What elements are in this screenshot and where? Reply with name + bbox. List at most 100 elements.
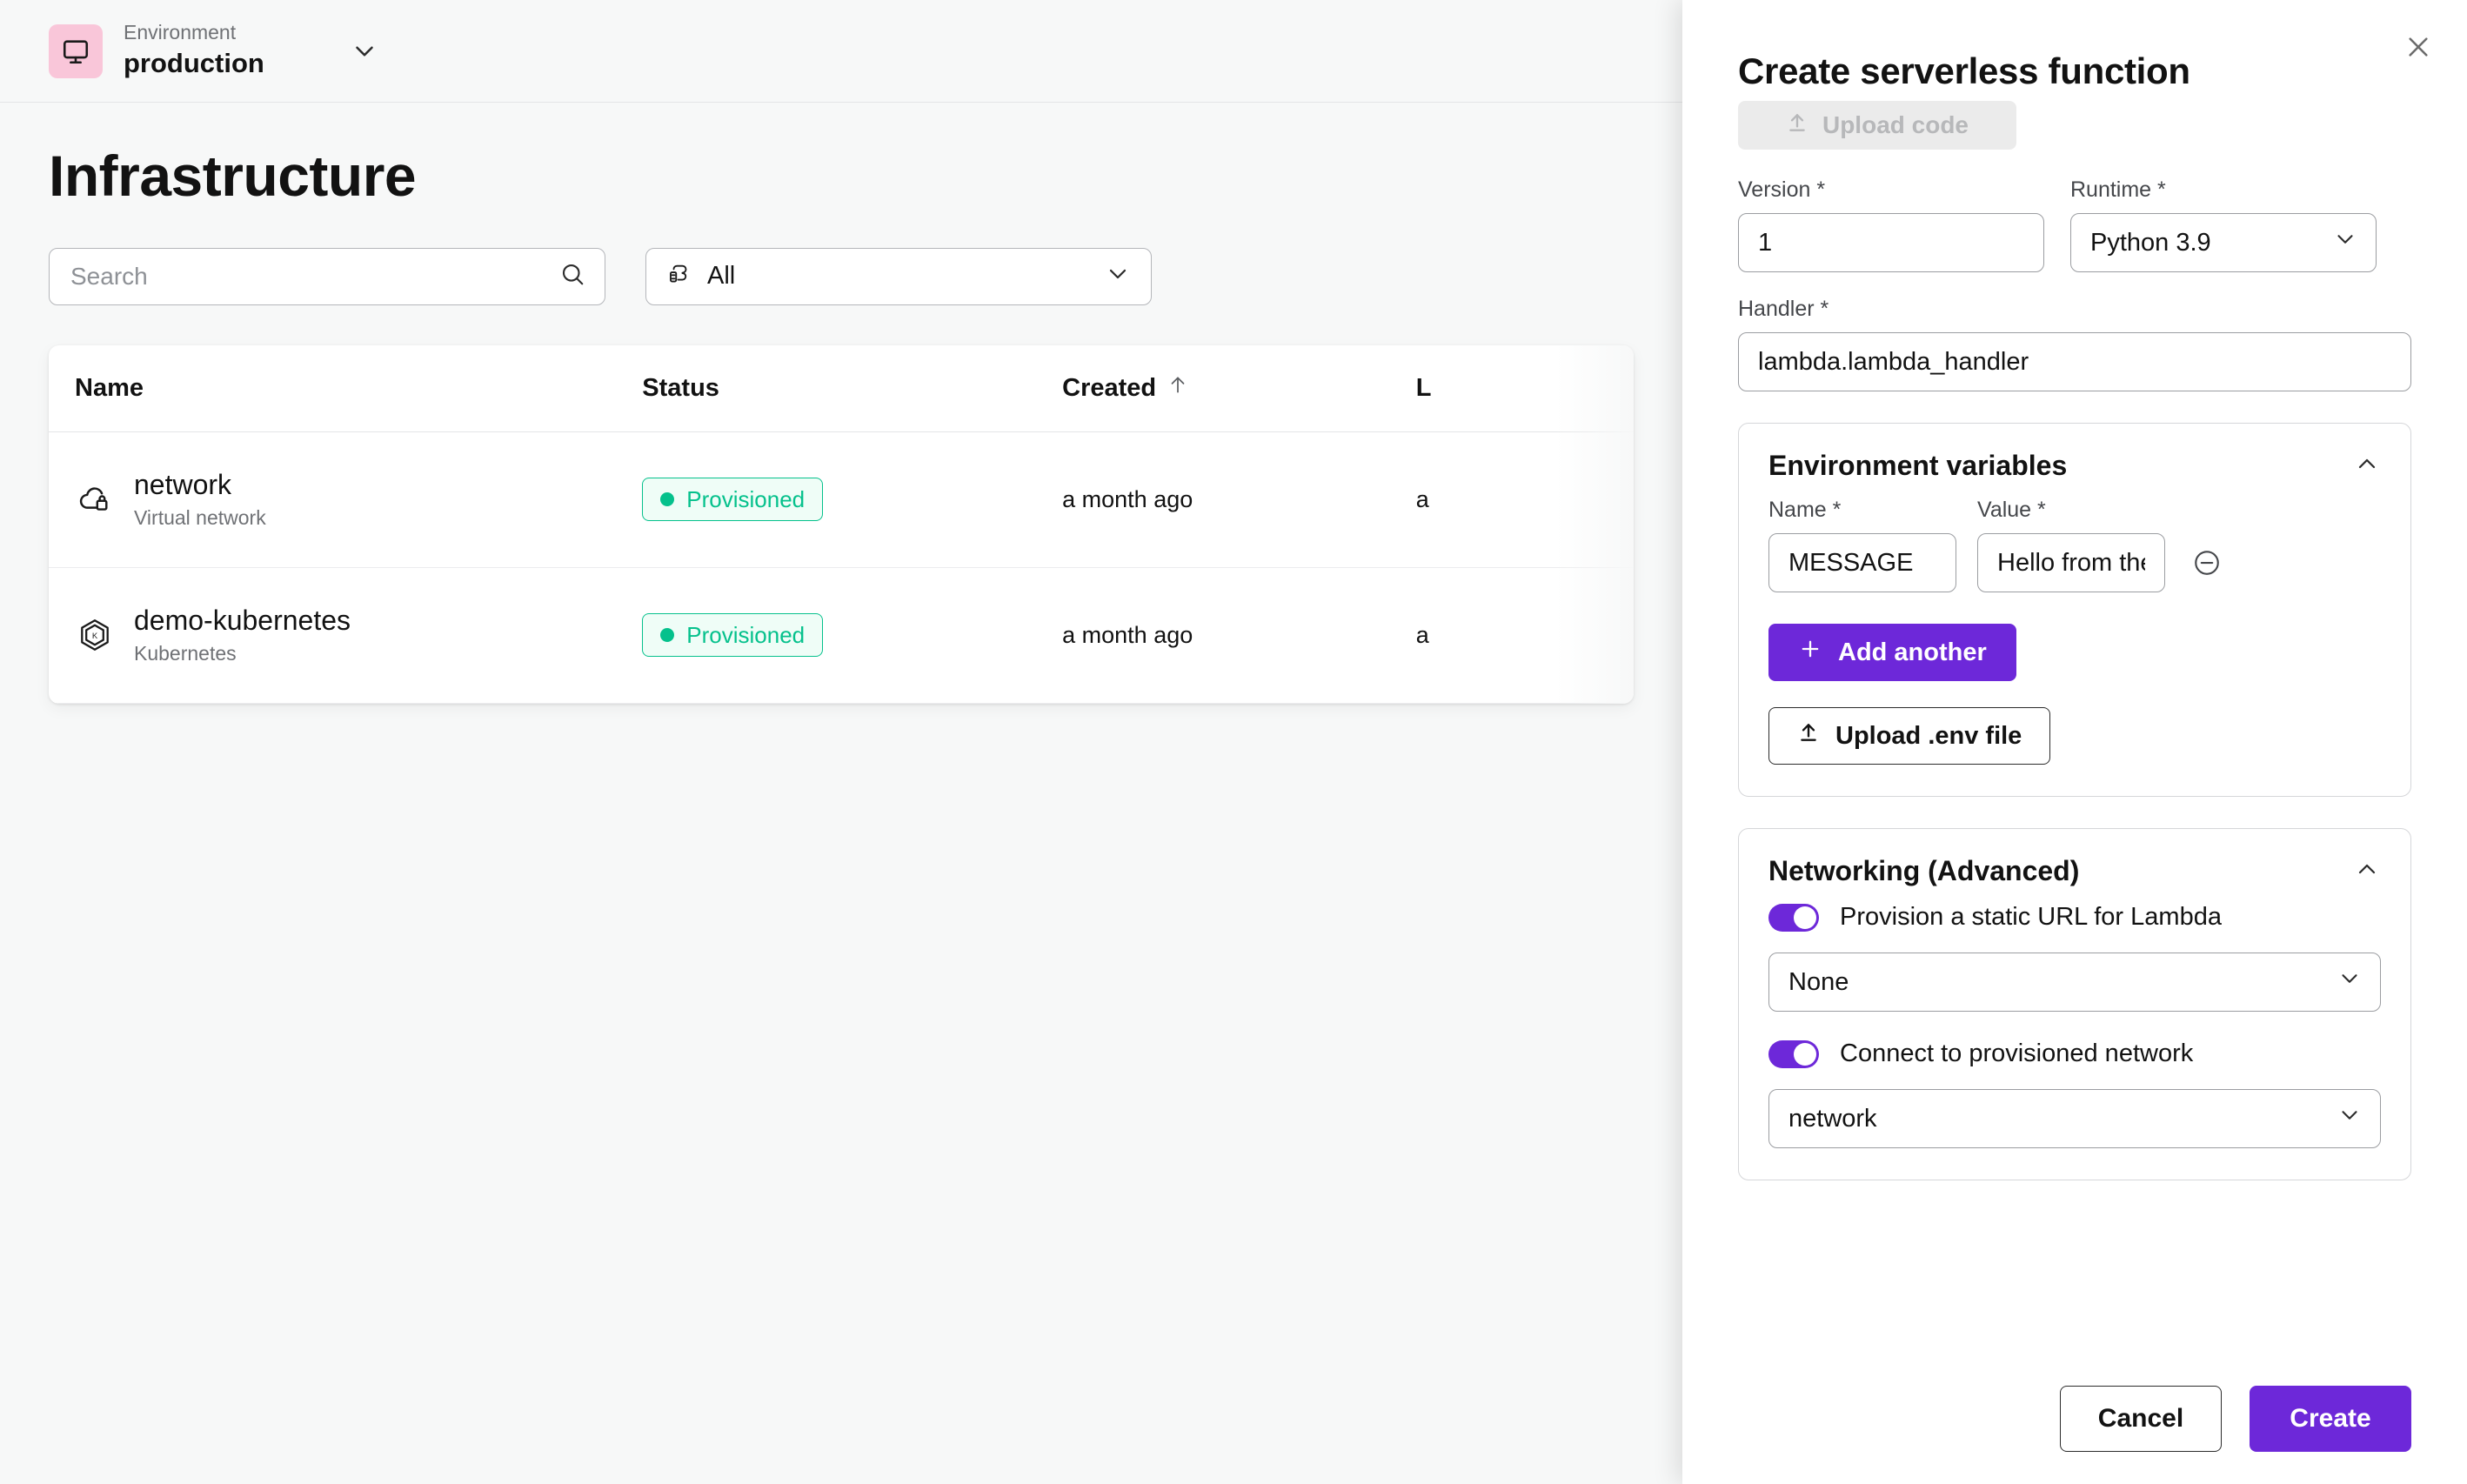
resource-name: network [134,468,232,500]
search-icon[interactable] [559,261,585,291]
chevron-up-icon[interactable] [2353,450,2381,482]
status-badge-label: Provisioned [686,485,806,512]
chevron-up-icon[interactable] [2353,855,2381,887]
env-var-value-group: Value * Hello from the Kap [1977,498,2165,592]
column-header-created-label: Created [1062,373,1157,402]
version-field-group: Version * 1 [1738,177,2044,272]
toggle-knob [1794,906,1816,929]
upload-env-file-button[interactable]: Upload .env file [1768,707,2051,765]
runtime-label: Runtime * [2070,177,2166,202]
environment-variables-section: Environment variables Name * MESSAGE Val… [1738,423,2411,797]
environment-variables-header[interactable]: Environment variables [1768,450,2381,482]
search-input[interactable] [49,247,605,305]
cell-name: K demo-kubernetes Kubernetes [75,605,642,665]
handler-label: Handler * [1738,297,1829,321]
networking-title: Networking (Advanced) [1768,855,2080,886]
table-row[interactable]: K demo-kubernetes Kubernetes Provisioned… [49,568,1634,704]
status-badge: Provisioned [642,478,824,522]
static-url-toggle[interactable] [1768,903,1819,932]
kubernetes-icon: K [75,615,115,655]
chevron-down-icon [2337,1102,2363,1135]
connect-network-toggle-label: Connect to provisioned network [1840,1039,2194,1067]
resource-cloud-icon [667,261,693,291]
upload-code-button[interactable]: Upload code [1738,101,2016,150]
environment-variable-row: Name * MESSAGE Value * Hello from the Ka… [1768,498,2381,592]
connect-network-select[interactable]: network [1768,1089,2381,1148]
top-bar: Environment production [0,0,1682,103]
handler-field-group: Handler * lambda.lambda_handler [1738,297,2411,391]
static-url-select[interactable]: None [1768,953,2381,1012]
connect-network-toggle-row: Connect to provisioned network [1768,1039,2381,1068]
upload-env-file-label: Upload .env file [1835,721,2022,750]
column-header-created[interactable]: Created [1062,373,1416,403]
static-url-select-value: None [1788,967,1849,996]
list-controls: All [49,247,1634,305]
svg-text:K: K [92,632,98,641]
cell-last-updated: a [1415,485,1429,512]
env-var-name-input[interactable]: MESSAGE [1768,533,1956,592]
create-serverless-function-panel: Create serverless function Upload code V… [1682,0,2467,1484]
main-content: Infrastructure All [0,103,1682,1484]
cell-status: Provisioned [642,613,1062,658]
connect-network-toggle[interactable] [1768,1039,1819,1068]
panel-body: Upload code Version * 1 Runtime * Python… [1682,92,2467,1354]
minus-circle-icon[interactable] [2186,533,2228,592]
column-header-status[interactable]: Status [642,374,1062,403]
environment-value: production [124,47,264,78]
panel-title: Create serverless function [1738,50,2190,91]
chevron-down-icon [2337,966,2363,999]
close-icon[interactable] [2397,26,2439,68]
status-dot-icon [660,628,675,643]
cell-last-updated: a [1415,621,1429,648]
resource-name: demo-kubernetes [134,604,351,636]
upload-code-label: Upload code [1822,111,1969,138]
env-var-name-label: Name * [1768,498,1842,522]
environment-variables-title: Environment variables [1768,450,2068,481]
version-runtime-row: Version * 1 Runtime * Python 3.9 [1738,177,2411,272]
resource-subtitle: Virtual network [134,505,266,529]
cloud-lock-icon [75,479,115,519]
static-url-toggle-label: Provision a static URL for Lambda [1840,903,2222,931]
version-input[interactable]: 1 [1738,213,2044,272]
upload-icon [1786,111,1808,140]
infrastructure-table: Name Status Created L network Virtual ne… [49,344,1634,704]
status-badge-label: Provisioned [686,621,806,648]
search-field[interactable] [70,262,559,291]
arrow-up-icon [1167,373,1189,403]
add-another-button[interactable]: Add another [1768,624,2016,681]
cell-created: a month ago [1062,621,1193,648]
table-row[interactable]: network Virtual network Provisioned a mo… [49,432,1634,568]
monitor-icon [49,23,103,78]
version-value: 1 [1758,228,1773,257]
env-var-value-label: Value * [1977,498,2046,522]
create-button[interactable]: Create [2250,1386,2411,1452]
status-dot-icon [660,492,675,507]
panel-footer: Cancel Create [1682,1354,2467,1484]
env-var-value-input[interactable]: Hello from the Kap [1977,533,2165,592]
runtime-select[interactable]: Python 3.9 [2070,213,2377,272]
add-another-label: Add another [1838,638,1987,666]
networking-header[interactable]: Networking (Advanced) [1768,855,2381,887]
static-url-toggle-row: Provision a static URL for Lambda [1768,903,2381,932]
table-header-row: Name Status Created L [49,345,1634,432]
environment-selector[interactable]: Environment production [0,21,379,80]
chevron-down-icon[interactable] [350,37,379,66]
chevron-down-icon[interactable] [1104,260,1132,292]
column-header-name[interactable]: Name [75,374,642,403]
environment-label: Environment [124,21,237,44]
env-var-name-group: Name * MESSAGE [1768,498,1956,592]
filter-value: All [707,262,736,291]
handler-value: lambda.lambda_handler [1758,347,2029,376]
runtime-value: Python 3.9 [2090,228,2211,257]
connect-network-select-value: network [1788,1104,1877,1133]
networking-section: Networking (Advanced) Provision a static… [1738,828,2411,1180]
handler-input[interactable]: lambda.lambda_handler [1738,332,2411,391]
resource-type-filter[interactable]: All [645,247,1152,305]
runtime-field-group: Runtime * Python 3.9 [2070,177,2377,272]
cancel-button[interactable]: Cancel [2060,1386,2222,1452]
version-label: Version * [1738,177,1826,202]
cell-status: Provisioned [642,478,1062,522]
toggle-knob [1794,1042,1816,1066]
column-header-last-updated[interactable]: L [1416,374,1608,403]
page-title: Infrastructure [49,144,417,208]
